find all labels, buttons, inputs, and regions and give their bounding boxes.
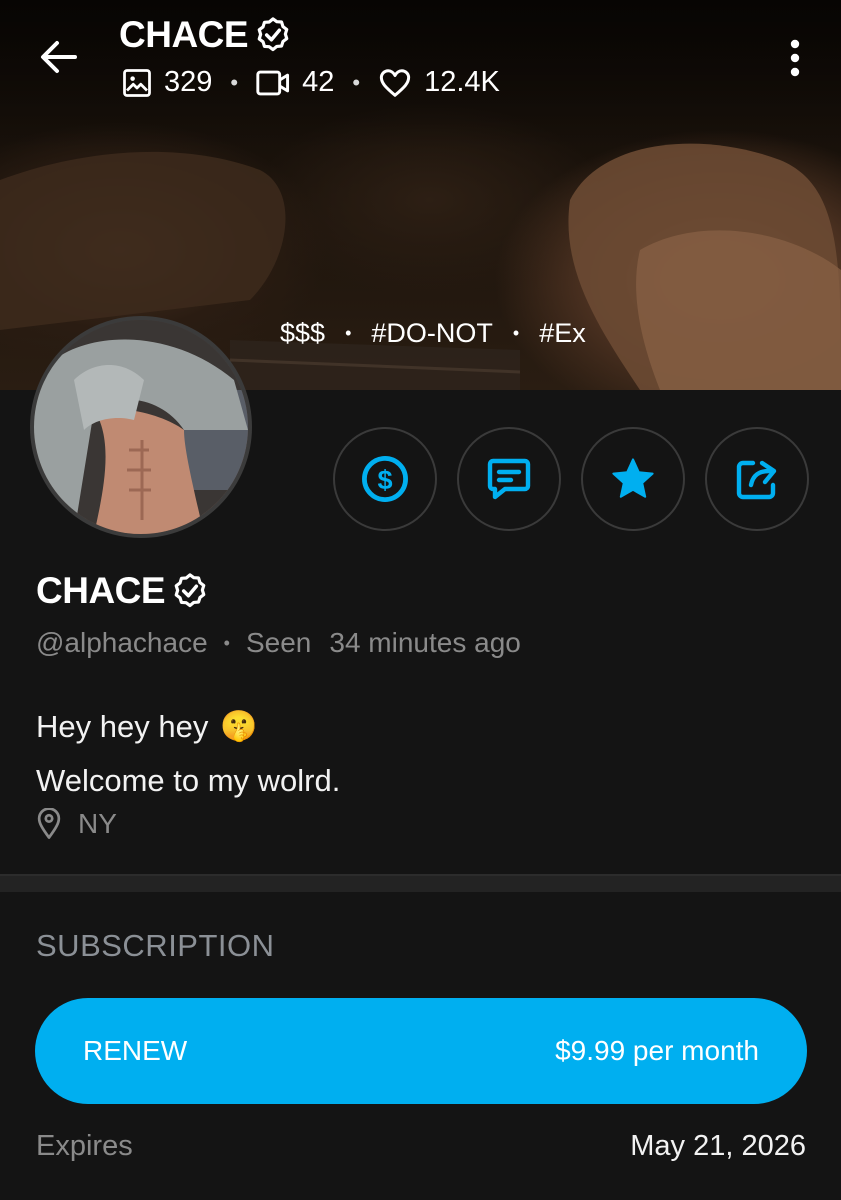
expires-date: May 21, 2026 — [630, 1130, 806, 1162]
tag[interactable]: $$$ — [280, 318, 325, 349]
svg-text:$: $ — [377, 464, 392, 495]
expires-label: Expires — [36, 1130, 133, 1162]
bio-line: Hey hey hey 🤫 — [36, 700, 340, 754]
photos-count: 329 — [164, 66, 213, 98]
videos-stat: 42 — [256, 66, 334, 99]
section-divider — [0, 874, 841, 892]
tag-separator: • — [512, 323, 520, 343]
expires-row: Expires May 21, 2026 — [36, 1130, 806, 1163]
seen-time: 34 minutes ago — [329, 627, 521, 658]
video-icon — [256, 70, 290, 95]
renew-label: RENEW — [83, 1035, 188, 1066]
message-button[interactable] — [457, 427, 561, 531]
verified-badge-icon — [174, 573, 206, 608]
more-options-button[interactable] — [775, 36, 815, 80]
photos-stat: 329 — [122, 66, 212, 99]
top-bar: CHACE 329 • 42 • 12.4K — [0, 0, 841, 120]
shushing-face-emoji: 🤫 — [220, 710, 258, 743]
tip-button[interactable]: $ — [333, 427, 437, 531]
profile-meta: @alphachace • Seen 34 minutes ago — [36, 627, 521, 659]
message-icon — [487, 458, 531, 500]
star-icon — [612, 458, 654, 498]
verified-badge-icon — [257, 17, 289, 52]
header-name: CHACE — [119, 14, 249, 55]
stat-separator: • — [352, 69, 361, 95]
meta-separator: • — [223, 632, 230, 653]
seen-label: Seen — [245, 627, 312, 658]
handle: @alphachace — [36, 627, 208, 658]
bio-text: Hey hey hey — [36, 709, 209, 744]
share-button[interactable] — [705, 427, 809, 531]
renew-price: $9.99 per month — [555, 1035, 759, 1066]
display-name: CHACE — [36, 570, 166, 611]
image-icon — [123, 68, 151, 97]
cover-tags: $$$ • #DO-NOT • #Ex — [280, 318, 586, 349]
more-vertical-icon — [790, 39, 800, 77]
tag[interactable]: #Ex — [539, 318, 586, 349]
location: NY — [36, 808, 117, 840]
bio-text: Welcome to my wolrd. — [36, 763, 341, 798]
location-text: NY — [78, 808, 117, 839]
likes-stat: 12.4K — [378, 66, 500, 99]
tag[interactable]: #DO-NOT — [371, 318, 493, 349]
avatar-photo — [34, 320, 248, 534]
arrow-left-icon — [41, 41, 77, 73]
renew-button[interactable]: RENEW $9.99 per month — [35, 998, 807, 1104]
favorite-button[interactable] — [581, 427, 685, 531]
subscription-title: SUBSCRIPTION — [36, 928, 275, 963]
avatar[interactable] — [30, 316, 252, 538]
profile-name: CHACE — [36, 570, 209, 612]
header-stats: 329 • 42 • 12.4K — [122, 66, 500, 99]
header-title: CHACE — [119, 14, 292, 56]
likes-count: 12.4K — [424, 66, 500, 98]
heart-icon — [379, 68, 411, 97]
tag-separator: • — [345, 323, 352, 343]
bio-line: Welcome to my wolrd. — [36, 754, 340, 808]
dollar-icon: $ — [362, 456, 408, 502]
location-pin-icon — [37, 808, 61, 839]
videos-count: 42 — [302, 66, 335, 98]
profile-actions: $ — [333, 427, 809, 531]
share-icon — [736, 460, 777, 500]
bio: Hey hey hey 🤫 Welcome to my wolrd. — [36, 700, 340, 808]
back-button[interactable] — [32, 30, 86, 84]
stat-separator: • — [230, 69, 239, 95]
